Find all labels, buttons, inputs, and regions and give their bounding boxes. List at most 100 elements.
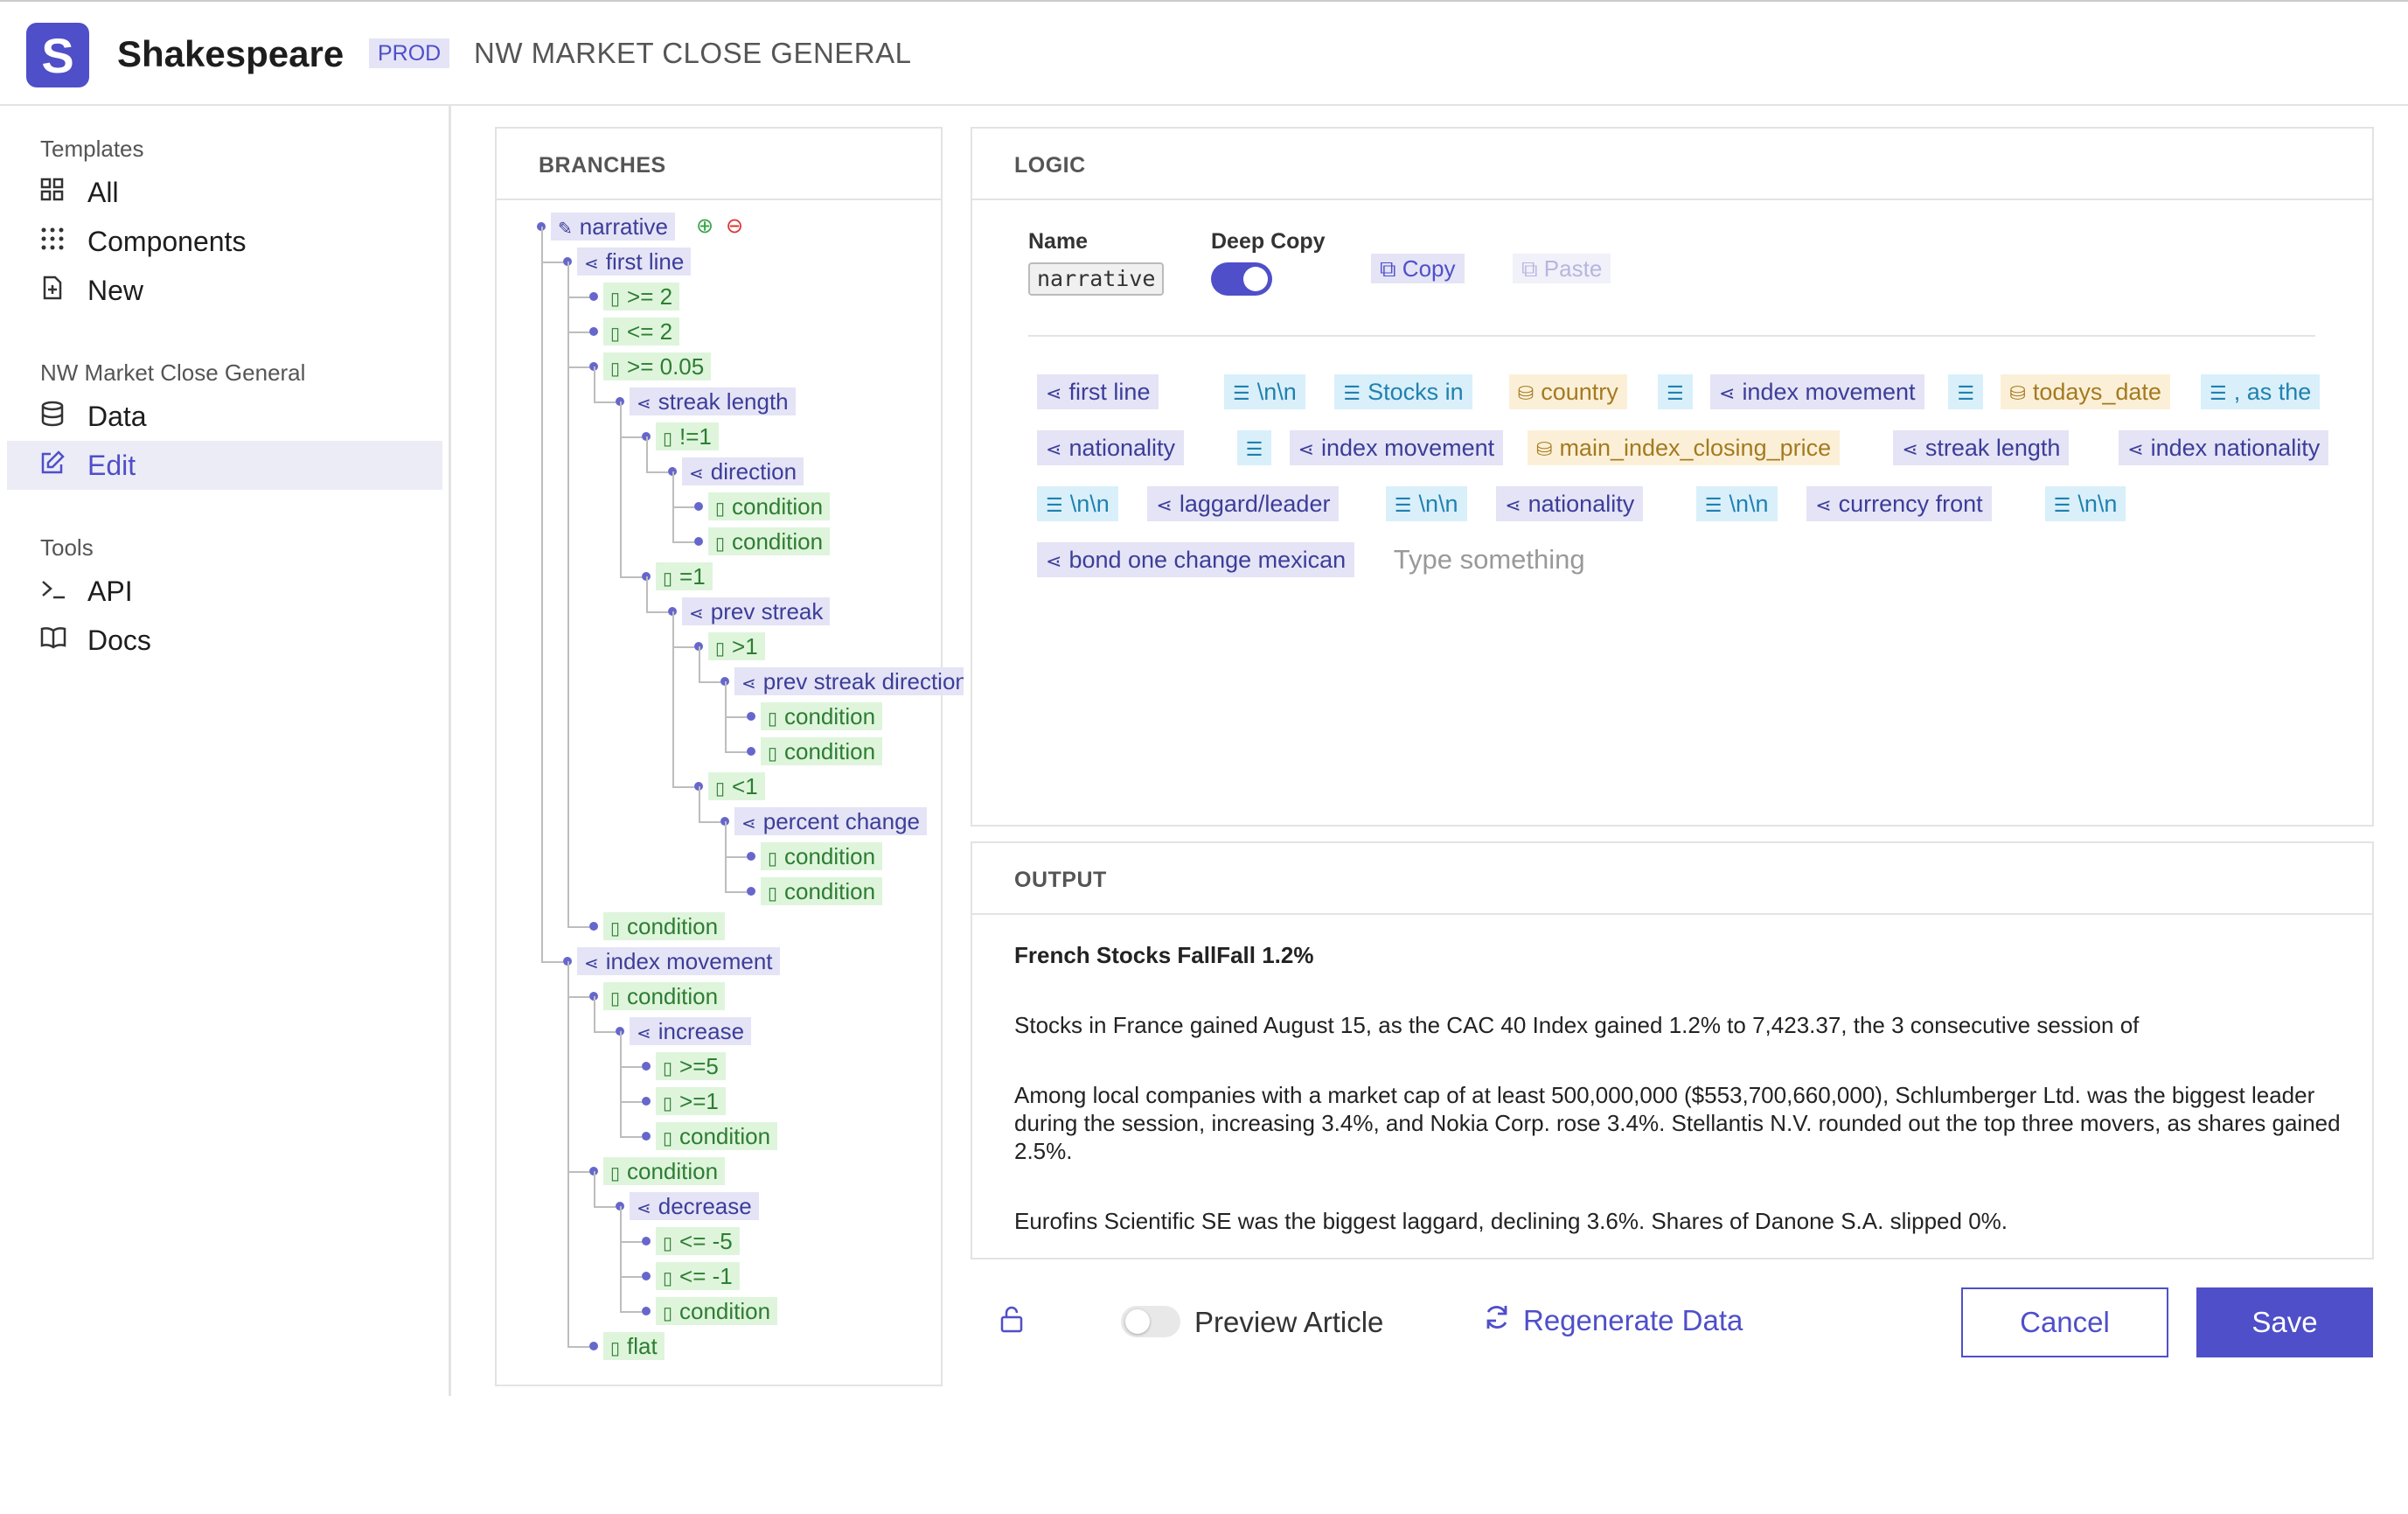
tree-connector bbox=[594, 1171, 595, 1206]
sidebar-item-new[interactable]: New bbox=[7, 266, 442, 315]
tree-condition-node[interactable]: ▯ >=1 bbox=[656, 1087, 726, 1115]
cancel-button[interactable]: Cancel bbox=[1961, 1287, 2168, 1357]
tree-condition-node[interactable]: ▯ condition bbox=[761, 842, 883, 870]
tree-condition-node[interactable]: ▯ condition bbox=[656, 1122, 778, 1150]
tree-branch-node[interactable]: ⋖ percent change bbox=[734, 807, 928, 835]
text-token[interactable]: ☰ bbox=[1236, 430, 1272, 465]
tree-condition-node[interactable]: ▯ flat bbox=[603, 1332, 665, 1360]
data-token[interactable]: ⛁ country bbox=[1508, 374, 1627, 409]
tree-branch-node[interactable]: ⋖ first line bbox=[577, 248, 692, 276]
branch-token[interactable]: ⋖ nationality bbox=[1496, 486, 1644, 521]
tree-node-label: <= -1 bbox=[679, 1263, 733, 1289]
tree-condition-node[interactable]: ▯ condition bbox=[761, 877, 883, 905]
remove-branch-icon[interactable]: ⊖ bbox=[726, 213, 743, 239]
token-label: , as the bbox=[2233, 379, 2312, 405]
text-token[interactable]: ☰ \n\n bbox=[1224, 374, 1305, 409]
preview-article-toggle[interactable] bbox=[1121, 1306, 1180, 1337]
text-token[interactable]: ☰ \n\n bbox=[2044, 486, 2126, 521]
text-lines-icon: ☰ bbox=[1704, 494, 1722, 516]
share-icon: ⋖ bbox=[1902, 438, 1918, 460]
tree-condition-node[interactable]: ▯ condition bbox=[603, 1157, 726, 1185]
tree-condition-node[interactable]: ▯ <1 bbox=[708, 772, 765, 800]
text-token[interactable]: ☰ , as the bbox=[2201, 374, 2321, 409]
share-icon: ⋖ bbox=[1505, 494, 1521, 516]
tree-connector bbox=[620, 1031, 622, 1136]
branch-token[interactable]: ⋖ first line bbox=[1037, 374, 1159, 409]
add-branch-icon[interactable]: ⊕ bbox=[696, 213, 713, 239]
share-icon: ⋖ bbox=[1046, 438, 1062, 460]
sidebar-item-data[interactable]: Data bbox=[7, 392, 442, 441]
tree-node-bullet bbox=[589, 922, 598, 931]
text-token[interactable]: ☰ \n\n bbox=[1385, 486, 1467, 521]
tree-branch-node[interactable]: ⋖ decrease bbox=[630, 1192, 759, 1220]
tree-connector bbox=[567, 297, 589, 298]
tree-branch-node[interactable]: ⋖ index movement bbox=[577, 947, 780, 975]
text-token[interactable]: ☰ bbox=[1658, 374, 1693, 409]
sidebar-item-docs[interactable]: Docs bbox=[7, 616, 442, 665]
branch-token[interactable]: ⋖ laggard/leader bbox=[1147, 486, 1340, 521]
branch-token[interactable]: ⋖ bond one change mexican bbox=[1037, 542, 1355, 577]
lock-icon[interactable] bbox=[999, 1305, 1025, 1340]
output-paragraph: Among local companies with a market cap … bbox=[1014, 1082, 2341, 1164]
tree-branch-node[interactable]: ✎ narrative bbox=[551, 213, 675, 241]
token-input[interactable]: Type something bbox=[1394, 544, 1585, 576]
tree-branch-node[interactable]: ⋖ increase bbox=[630, 1017, 752, 1045]
share-icon: ⋖ bbox=[1046, 550, 1062, 572]
tree-condition-node[interactable]: ▯ !=1 bbox=[656, 422, 719, 450]
text-token[interactable]: ☰ \n\n bbox=[1695, 486, 1778, 521]
tree-condition-node[interactable]: ▯ condition bbox=[603, 982, 726, 1010]
tree-node-label: condition bbox=[784, 738, 876, 764]
text-token[interactable]: ☰ \n\n bbox=[1037, 486, 1118, 521]
paste-button[interactable]: ⧉ Paste bbox=[1513, 254, 1611, 283]
tree-condition-node[interactable]: ▯ <= -1 bbox=[656, 1262, 740, 1290]
tree-connector bbox=[672, 471, 674, 541]
tree-condition-node[interactable]: ▯ =1 bbox=[656, 562, 713, 590]
sidebar-item-label: Components bbox=[87, 225, 247, 257]
tree-condition-node[interactable]: ▯ condition bbox=[708, 527, 831, 555]
branch-token[interactable]: ⋖ index movement bbox=[1289, 430, 1504, 465]
tree-connector bbox=[672, 611, 674, 786]
tree-condition-node[interactable]: ▯ >= 0.05 bbox=[603, 352, 712, 380]
copy-button[interactable]: ⧉ Copy bbox=[1371, 254, 1465, 283]
branch-token[interactable]: ⋖ nationality bbox=[1037, 430, 1185, 465]
app-name: Shakespeare bbox=[117, 33, 344, 74]
text-token[interactable]: ☰ bbox=[1948, 374, 1984, 409]
tree-condition-node[interactable]: ▯ <= -5 bbox=[656, 1227, 740, 1255]
branch-token[interactable]: ⋖ index movement bbox=[1710, 374, 1924, 409]
data-token[interactable]: ⛁ todays_date bbox=[2001, 374, 2170, 409]
tree-condition-node[interactable]: ▯ condition bbox=[603, 912, 726, 940]
sidebar-item-all[interactable]: All bbox=[7, 168, 442, 217]
sidebar-item-edit[interactable]: Edit bbox=[7, 441, 442, 490]
tree-condition-node[interactable]: ▯ condition bbox=[761, 737, 883, 765]
text-lines-icon: ☰ bbox=[1957, 382, 1975, 404]
branch-token[interactable]: ⋖ currency front bbox=[1806, 486, 1992, 521]
branch-token[interactable]: ⋖ streak length bbox=[1893, 430, 2070, 465]
tree-branch-node[interactable]: ⋖ prev streak bbox=[682, 597, 831, 625]
token-label: currency front bbox=[1838, 491, 1983, 517]
text-token[interactable]: ☰ Stocks in bbox=[1334, 374, 1472, 409]
name-field[interactable]: narrative bbox=[1028, 262, 1165, 296]
tree-condition-node[interactable]: ▯ >1 bbox=[708, 632, 765, 660]
tree-condition-node[interactable]: ▯ <= 2 bbox=[603, 317, 680, 345]
sidebar-item-api[interactable]: API bbox=[7, 567, 442, 616]
tree-branch-node[interactable]: ⋖ prev streak direction bbox=[734, 667, 964, 695]
tree-node-label: condition bbox=[784, 878, 876, 904]
data-token[interactable]: ⛁ main_index_closing_price bbox=[1528, 430, 1841, 465]
tree-branch-node[interactable]: ⋖ direction bbox=[682, 457, 804, 485]
tree-branch-node[interactable]: ⋖ streak length bbox=[630, 387, 796, 415]
tree-condition-node[interactable]: ▯ condition bbox=[761, 702, 883, 730]
save-button[interactable]: Save bbox=[2196, 1287, 2373, 1357]
tree-condition-node[interactable]: ▯ condition bbox=[708, 492, 831, 520]
tree-condition-node[interactable]: ▯ >= 2 bbox=[603, 283, 680, 310]
token-label: \n\n bbox=[1729, 491, 1769, 517]
branch-token[interactable]: ⋖ index nationality bbox=[2119, 430, 2329, 465]
sidebar-item-components[interactable]: Components bbox=[7, 217, 442, 266]
tree-condition-node[interactable]: ▯ condition bbox=[656, 1297, 778, 1325]
tree-connector bbox=[620, 1136, 642, 1138]
regenerate-data-button[interactable]: Regenerate Data bbox=[1483, 1303, 1743, 1338]
tree-node-bullet bbox=[642, 1132, 651, 1141]
tree-node-bullet bbox=[642, 1062, 651, 1071]
deep-copy-toggle[interactable] bbox=[1211, 262, 1272, 296]
tree-condition-node[interactable]: ▯ >=5 bbox=[656, 1052, 726, 1080]
app-logo[interactable]: S bbox=[26, 23, 89, 87]
